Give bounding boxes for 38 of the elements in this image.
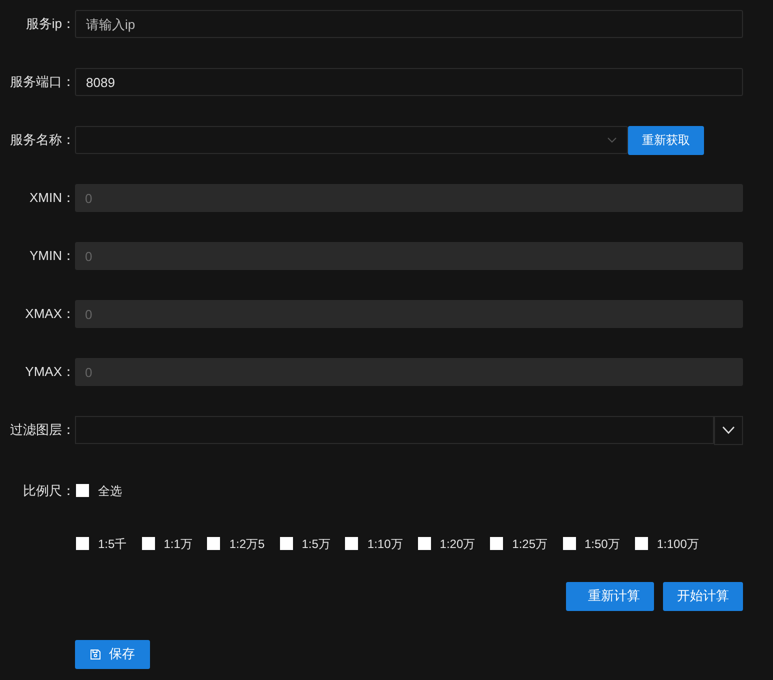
action-button[interactable]: 重新计算 — [566, 582, 654, 610]
checkbox[interactable] — [345, 537, 358, 550]
field-label: XMIN： — [28, 189, 75, 208]
checkbox[interactable] — [142, 537, 155, 550]
field-label: XMAX： — [24, 305, 75, 324]
action-button[interactable]: 开始计算 — [663, 582, 743, 610]
dropdown-button[interactable] — [714, 416, 743, 444]
checkbox-label: 1:1万 — [164, 536, 192, 552]
checkbox-label: 1:5万 — [302, 536, 330, 552]
checkbox[interactable] — [76, 484, 89, 498]
checkbox[interactable] — [634, 537, 648, 550]
checkbox-label: 1:100万 — [656, 536, 699, 552]
checkbox-label: 1:10万 — [367, 536, 403, 552]
checkbox-label: 全选 — [98, 482, 122, 500]
save-button[interactable]: 保存 — [75, 640, 150, 668]
checkbox[interactable] — [562, 537, 576, 550]
checkbox[interactable] — [76, 537, 89, 550]
chevron-down-icon — [607, 137, 617, 143]
checkbox-label: 1:25万 — [512, 536, 548, 552]
checkbox[interactable] — [418, 537, 431, 550]
checkbox-label: 1:20万 — [440, 536, 476, 552]
checkbox-label: 1:50万 — [584, 536, 620, 552]
checkbox[interactable] — [490, 537, 504, 550]
chevron-down-icon — [722, 426, 735, 434]
field-label: 服务端口： — [9, 73, 75, 92]
field-label: 服务名称： — [9, 131, 75, 150]
field-label: 过滤图层： — [9, 421, 75, 440]
field-label: 服务ip： — [24, 15, 75, 34]
checkbox-label: 1:2万5 — [229, 536, 265, 552]
field-label: YMIN： — [28, 247, 75, 266]
checkbox[interactable] — [280, 537, 293, 550]
refresh-button[interactable]: 重新获取 — [628, 126, 704, 154]
input-field[interactable]: 请输入ip — [75, 10, 743, 38]
field-label: 比例尺： — [22, 482, 75, 500]
checkbox[interactable] — [207, 537, 220, 550]
field-label: YMAX： — [24, 363, 75, 382]
input-field[interactable]: 8089 — [75, 68, 743, 96]
checkbox-label: 1:5千 — [98, 536, 127, 552]
